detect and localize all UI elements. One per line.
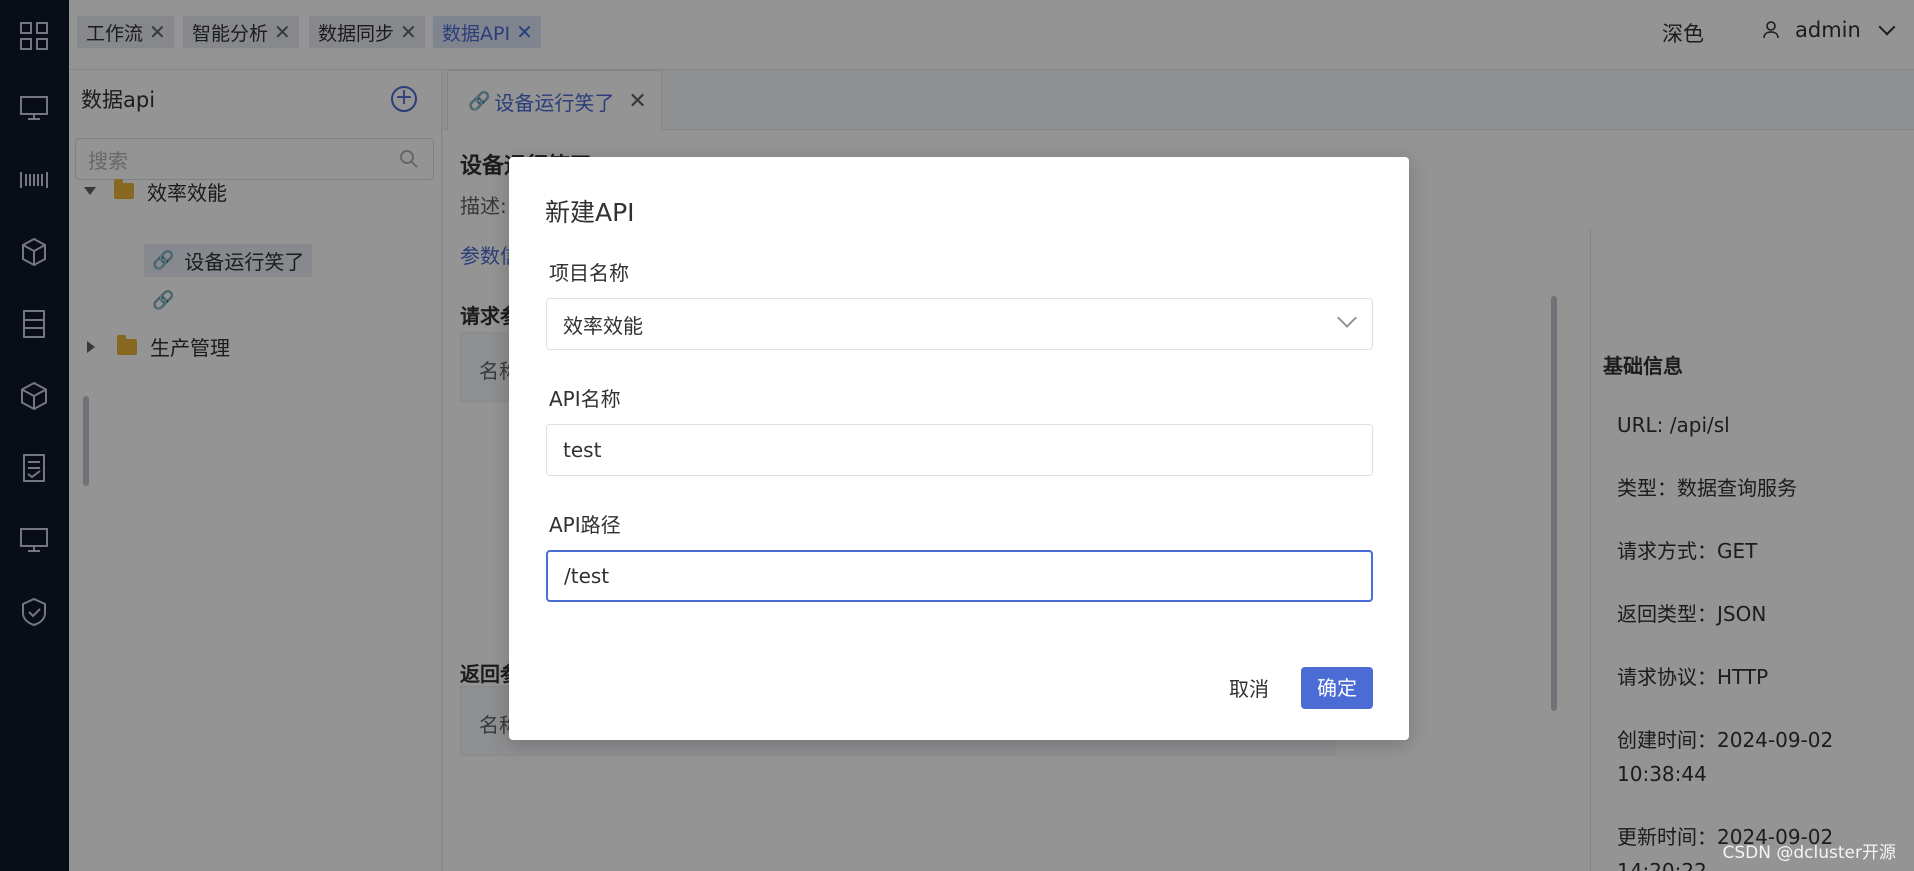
api-path-value: /test — [564, 564, 610, 588]
chevron-down-icon — [1337, 308, 1357, 328]
api-name-label: API名称 — [549, 387, 621, 411]
project-select[interactable]: 效率效能 — [546, 298, 1373, 350]
api-name-input[interactable]: test — [546, 424, 1373, 476]
dialog-title: 新建API — [545, 198, 635, 227]
api-name-value: test — [563, 438, 602, 462]
confirm-button[interactable]: 确定 — [1301, 667, 1373, 709]
api-path-label: API路径 — [549, 513, 621, 537]
new-api-dialog: 新建API 项目名称 效率效能 API名称 test API路径 /test 取… — [509, 157, 1409, 740]
project-name-label: 项目名称 — [549, 261, 629, 285]
api-path-input[interactable]: /test — [546, 550, 1373, 602]
watermark: CSDN @dcluster开源 — [1722, 843, 1896, 863]
project-select-value: 效率效能 — [563, 313, 643, 338]
cancel-button[interactable]: 取消 — [1217, 668, 1281, 710]
